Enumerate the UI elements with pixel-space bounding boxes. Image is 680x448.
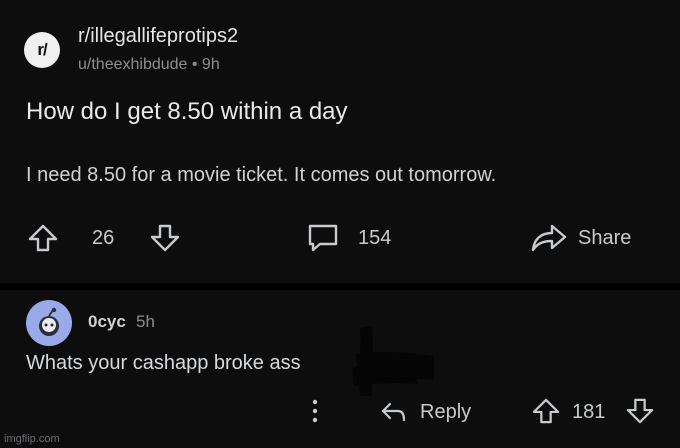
- upvote-icon[interactable]: [28, 224, 58, 252]
- reply-icon[interactable]: [380, 400, 408, 424]
- upvote-icon[interactable]: [532, 398, 560, 424]
- snoo-icon: [39, 307, 59, 336]
- post-meta: u/theexhibdude • 9h: [78, 56, 220, 73]
- share-button[interactable]: Share: [578, 227, 631, 250]
- post-body: I need 8.50 for a movie ticket. It comes…: [26, 164, 497, 186]
- comment-text: Whats your cashapp broke ass: [26, 352, 301, 374]
- reply-button[interactable]: Reply: [420, 401, 471, 424]
- redaction-scribble: [352, 326, 434, 396]
- comment-time: 5h: [136, 312, 155, 331]
- comment-icon[interactable]: [306, 222, 340, 254]
- divider: [0, 283, 680, 290]
- subreddit-icon-text: r/: [37, 40, 47, 59]
- subreddit-icon[interactable]: r/: [24, 32, 60, 68]
- share-icon[interactable]: [530, 222, 568, 254]
- comment-count[interactable]: 154: [358, 227, 391, 250]
- comment-username[interactable]: 0cyc: [88, 312, 126, 332]
- post-title[interactable]: How do I get 8.50 within a day: [26, 98, 348, 126]
- avatar[interactable]: [26, 300, 72, 346]
- post-score: 26: [92, 227, 115, 249]
- downvote-icon[interactable]: [626, 398, 654, 424]
- subreddit-name[interactable]: r/illegallifeprotips2: [78, 25, 238, 48]
- downvote-icon[interactable]: [150, 224, 180, 252]
- comment-score: 181: [572, 401, 606, 423]
- post-card: r/ r/illegallifeprotips2 u/theexhibdude …: [0, 0, 680, 283]
- watermark: imgflip.com: [4, 433, 60, 445]
- more-icon[interactable]: [310, 398, 320, 424]
